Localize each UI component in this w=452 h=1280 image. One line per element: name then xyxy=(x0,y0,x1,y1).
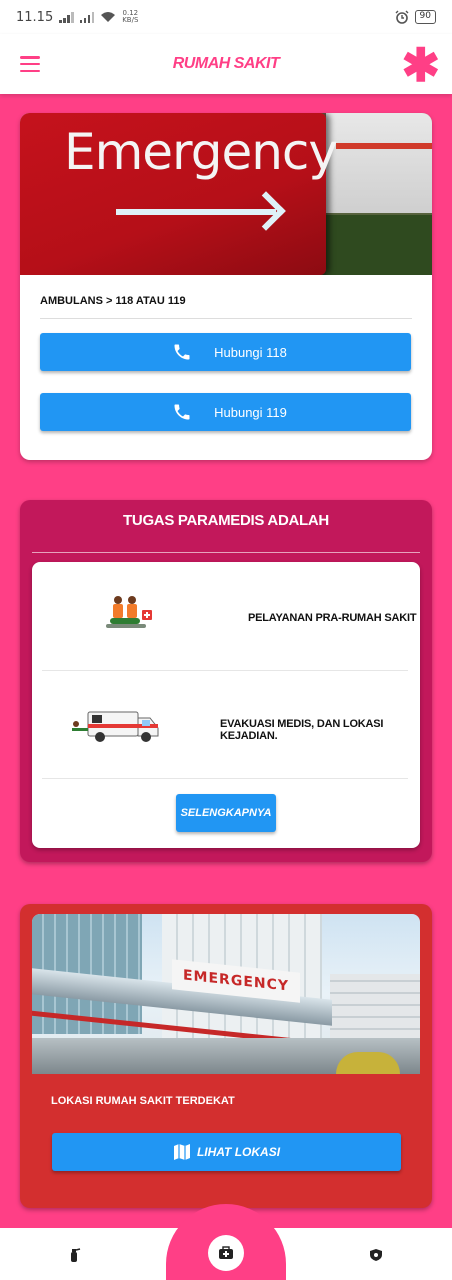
wifi-icon xyxy=(101,12,116,22)
photo-grass xyxy=(326,215,432,275)
hospital-location-card: EMERGENCY LOKASI RUMAH SAKIT TERDEKAT LI… xyxy=(20,904,432,1208)
divider xyxy=(42,670,408,671)
view-location-button[interactable]: LIHAT LOKASI xyxy=(52,1133,401,1171)
battery-indicator: 90 xyxy=(414,10,436,24)
view-location-label: LIHAT LOKASI xyxy=(196,1145,281,1159)
ambulance-numbers-text: AMBULANS > 118 ATAU 119 xyxy=(40,295,186,307)
call-119-label: Hubungi 119 xyxy=(214,404,287,420)
phone-icon xyxy=(174,344,190,360)
page-title: RUMAH SAKIT xyxy=(172,55,280,72)
phone-icon xyxy=(174,404,190,420)
photo-ambulance xyxy=(326,113,432,213)
alarm-icon xyxy=(395,10,409,24)
call-119-button[interactable]: Hubungi 119 xyxy=(40,393,411,431)
photo-sign: Emergency xyxy=(20,113,338,275)
nearest-hospital-text: LOKASI RUMAH SAKIT TERDEKAT xyxy=(51,1095,235,1107)
fire-extinguisher-icon[interactable] xyxy=(66,1247,82,1263)
divider xyxy=(32,552,420,553)
emergency-sign-photo: Emergency xyxy=(20,113,432,275)
app-bar: RUMAH SAKIT ✱ xyxy=(0,34,452,94)
task-label: EVAKUASI MEDIS, DAN LOKASI KEJADIAN. xyxy=(220,718,384,742)
status-bar-left: 11.15 0.12 KB/S xyxy=(16,10,138,25)
clock: 11.15 xyxy=(16,9,54,25)
first-aid-kit-icon[interactable] xyxy=(208,1235,244,1271)
signal-icon-2 xyxy=(79,11,95,23)
police-badge-icon[interactable] xyxy=(369,1248,383,1262)
call-118-label: Hubungi 118 xyxy=(214,344,287,360)
photo-sign-text: Emergency xyxy=(64,123,338,181)
divider xyxy=(40,318,412,319)
medical-asterisk-icon[interactable]: ✱ xyxy=(401,42,440,88)
divider xyxy=(42,778,408,779)
emergency-card: Emergency AMBULANS > 118 ATAU 119 Hubung… xyxy=(20,113,432,460)
network-speed: 0.12 KB/S xyxy=(122,10,138,24)
status-bar-right: 90 xyxy=(395,10,436,24)
ambulance-icon xyxy=(72,711,159,742)
paramedic-duties-list: PELAYANAN PRA-RUMAH SAKIT EVAKUASI MEDIS… xyxy=(32,562,420,848)
call-118-button[interactable]: Hubungi 118 xyxy=(40,333,411,371)
signal-icon xyxy=(59,11,74,23)
task-label: PELAYANAN PRA-RUMAH SAKIT xyxy=(248,612,417,624)
photo-tree xyxy=(336,1052,400,1074)
map-icon xyxy=(173,1144,190,1160)
see-more-button[interactable]: SELENGKAPNYA xyxy=(176,794,276,832)
paramedics-icon xyxy=(106,596,152,628)
card-title: TUGAS PARAMEDIS ADALAH xyxy=(123,512,329,529)
arrow-right-icon xyxy=(116,209,276,215)
network-speed-unit: KB/S xyxy=(122,16,139,24)
hospital-photo: EMERGENCY xyxy=(32,914,420,1074)
status-bar: 11.15 0.12 KB/S 90 xyxy=(0,0,452,34)
paramedic-duties-card: TUGAS PARAMEDIS ADALAH PELAYANAN PRA-RUM… xyxy=(20,500,432,862)
menu-icon[interactable] xyxy=(20,56,40,72)
